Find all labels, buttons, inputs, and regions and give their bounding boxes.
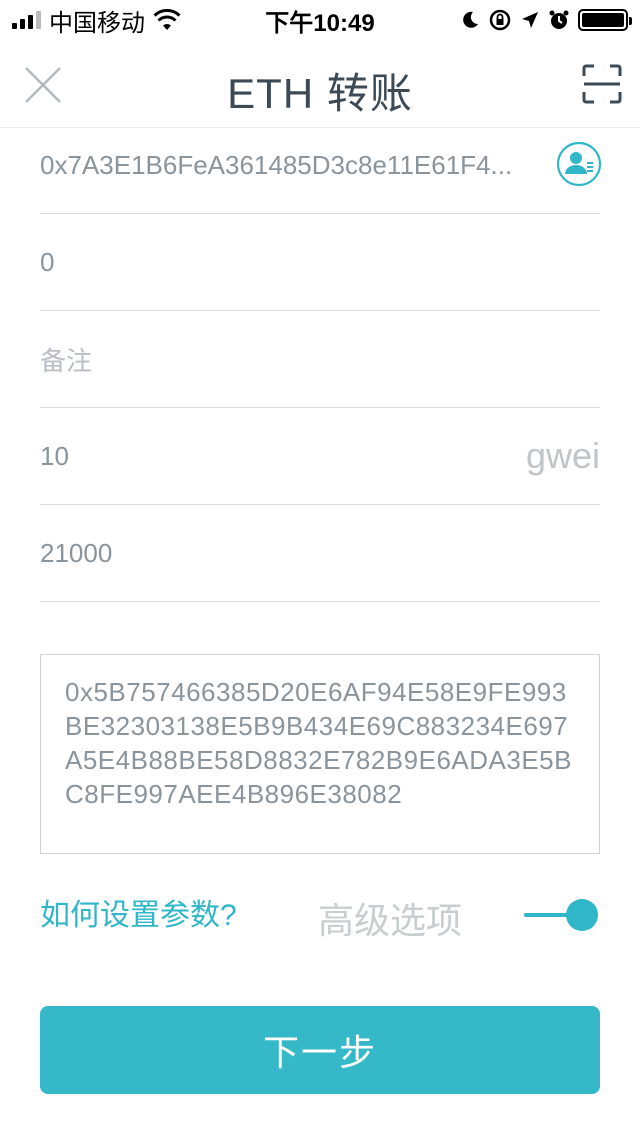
battery-icon [578, 9, 632, 31]
gas-price-unit: gwei [525, 435, 600, 476]
scan-icon[interactable] [582, 64, 622, 104]
note-field[interactable]: 备注 [40, 311, 600, 408]
gas-price-field[interactable]: 10 gwei [40, 408, 600, 505]
status-bar-left: 中国移动 [12, 3, 181, 38]
signal-icon [12, 11, 41, 29]
alarm-icon [549, 10, 569, 29]
help-link[interactable]: 如何设置参数? [40, 890, 237, 934]
gas-limit-field[interactable]: 21000 [40, 505, 600, 602]
location-icon [522, 12, 538, 28]
status-bar-right [460, 8, 632, 32]
gas-price-value: 10 [40, 440, 69, 471]
next-button[interactable]: 下一步 [40, 1006, 600, 1094]
address-value: 0x7A3E1B6FeA361485D3c8e11E61F4... [40, 149, 513, 180]
gas-limit-value: 21000 [40, 537, 113, 568]
note-placeholder: 备注 [40, 345, 93, 376]
advanced-options-label: 高级选项 [318, 900, 463, 941]
contacts-icon[interactable] [556, 141, 602, 187]
advanced-options-toggle[interactable] [522, 896, 600, 934]
amount-value: 0 [40, 246, 55, 277]
wifi-icon [153, 9, 181, 30]
moon-icon [463, 11, 478, 28]
header: ETH 转账 [0, 40, 640, 128]
address-field[interactable]: 0x7A3E1B6FeA361485D3c8e11E61F4... [40, 117, 602, 214]
amount-field[interactable]: 0 [40, 214, 600, 311]
rotation-lock-icon [489, 9, 511, 31]
carrier-label: 中国移动 [49, 9, 145, 37]
status-bar: 中国移动 下午10:49 [0, 0, 640, 40]
data-textarea[interactable]: 0x5B757466385D20E6AF94E58E9FE993BE323031… [40, 654, 600, 854]
toggle-knob [566, 899, 598, 931]
page-title: ETH 转账 [227, 70, 413, 117]
